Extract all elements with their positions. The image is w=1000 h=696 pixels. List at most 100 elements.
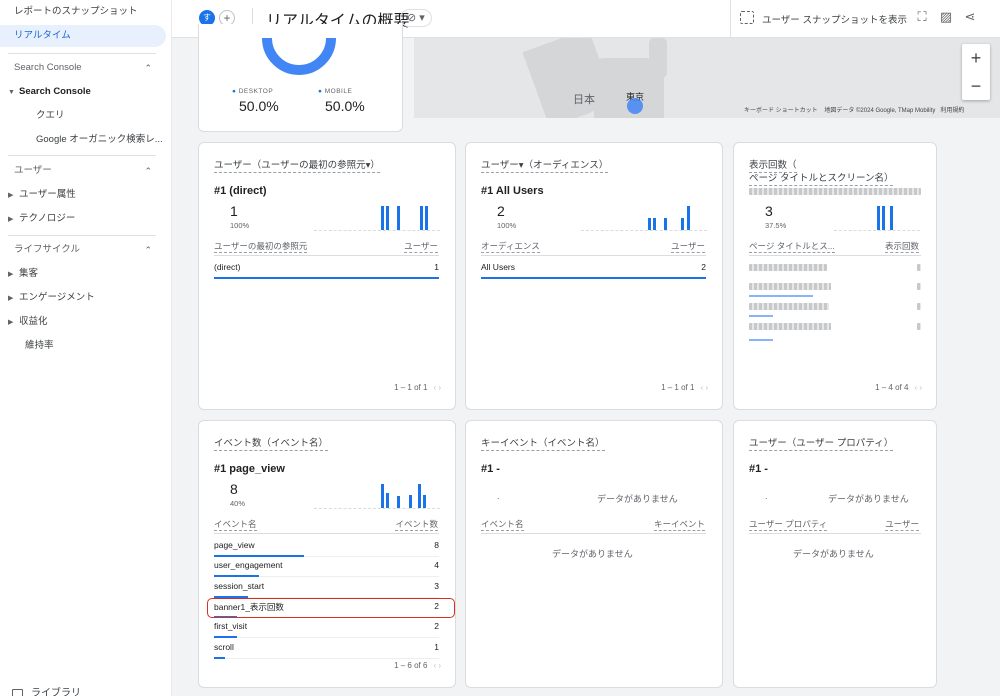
table-row[interactable]: (direct) 1 [214,259,439,279]
redacted-row[interactable] [749,303,829,310]
row-value: 1 [434,262,439,272]
table-row[interactable]: All Users 2 [481,259,706,279]
sidebar-item-realtime[interactable]: リアルタイム [0,25,166,47]
card-title[interactable]: キーイベント（イベント名） [481,437,605,451]
sparkline [314,205,440,231]
sidebar-item-technology[interactable]: ▶ テクノロジー [0,208,166,230]
sidebar-item-retention[interactable]: 維持率 [0,335,166,357]
section-label: ライフサイクル [14,244,81,255]
card-title[interactable]: ユーザー（ユーザー プロパティ） [749,437,894,451]
top-percent: 37.5% [765,221,787,230]
table-row[interactable]: scroll 1 [214,639,439,659]
mobile-value: 50.0% [325,98,365,114]
card-title[interactable]: ユーザー（ユーザーの最初の参照元▾） [214,159,380,173]
redacted-row[interactable] [749,323,831,330]
sidebar-section-user[interactable]: ユーザー ⌃ [0,160,166,182]
column-header[interactable]: イベント名 [481,519,524,531]
map-data-credit: 地図データ ©2024 Google, TMap Mobility [824,108,936,114]
legend-dot: ● [318,88,325,95]
table-row[interactable]: page_view 8 [214,537,439,557]
keyboard-shortcuts-link[interactable]: キーボード ショートカット [744,108,818,114]
sidebar-divider [8,235,156,236]
spark-bar [890,206,893,230]
row-share-bar [214,277,439,279]
sidebar-item-monetization[interactable]: ▶ 収益化 [0,311,166,333]
top-value: 1 [230,203,238,219]
sidebar-item-search-console[interactable]: ▼ Search Console [0,81,166,103]
redacted-row[interactable] [749,283,831,290]
zoom-out-button[interactable]: − [962,72,990,100]
spark-bar [882,206,885,230]
sidebar-item-queries[interactable]: クエリ [0,105,166,127]
view-user-snapshot-button[interactable]: ユーザー スナップショットを表示 [762,12,907,26]
sidebar-item-organic-search[interactable]: Google オーガニック検索レ... [0,129,166,151]
card-title[interactable]: ユーザー▾（オーディエンス） [481,159,609,173]
user-properties-card: ユーザー（ユーザー プロパティ） #1 - . データがありません ユーザー プ… [733,420,937,688]
share-icon[interactable]: ⋖ [962,9,978,25]
column-header[interactable]: オーディエンス [481,241,540,253]
terms-link[interactable]: 利用規約 [940,108,964,114]
column-header[interactable]: キーイベント [653,519,705,531]
card-title[interactable]: イベント数（イベント名） [214,437,329,451]
page-arrows[interactable]: ‹ › [433,383,441,392]
column-header[interactable]: イベント名 [214,519,257,531]
no-data-message: データがありません [597,494,678,504]
column-header[interactable]: ユーザー プロパティ [749,519,828,531]
sidebar-item-snapshot[interactable]: レポートのスナップショット [0,1,166,23]
table-row[interactable]: session_start 3 [214,578,439,598]
table-row[interactable]: user_engagement 4 [214,557,439,578]
location-marker[interactable] [627,98,643,114]
column-header[interactable]: イベント数 [395,519,438,531]
sidebar-section-search-console[interactable]: Search Console ⌃ [0,57,166,79]
row-name: first_visit [214,621,248,632]
redacted-row[interactable] [749,264,827,271]
sidebar-item-engagement[interactable]: ▶ エンゲージメント [0,287,166,309]
spark-bar [381,206,384,230]
spark-bar [877,206,880,230]
user-snapshot-icon[interactable] [740,11,754,24]
top-value: 8 [230,481,238,497]
top-rank-label: #1 All Users [481,185,544,197]
no-data-message: データがありません [552,549,633,559]
pagination: 1 – 4 of 4 ‹ › [875,383,922,392]
column-header[interactable]: ページ タイトルとス... [749,241,835,253]
page-arrows[interactable]: ‹ › [914,383,922,392]
library-label: ライブラリ [31,688,81,696]
page-range: 1 – 1 of 1 [394,383,428,392]
fullscreen-icon[interactable]: ⛶ [914,9,930,25]
zoom-in-button[interactable]: + [962,44,990,72]
spark-bar [386,206,389,230]
sidebar-item-label: テクノロジー [19,213,76,224]
column-header[interactable]: ユーザー [404,241,438,253]
card-title-line2[interactable]: ページ タイトルとスクリーン名） [749,172,894,186]
legend-desktop: ● DESKTOP [232,88,273,95]
sidebar-item-demographics[interactable]: ▶ ユーザー属性 [0,184,166,206]
insights-icon[interactable]: ▨ [938,9,954,25]
status-dropdown[interactable]: ⊘ ▾ [400,9,432,27]
realtime-map[interactable]: 日本 東京 キーボード ショートカット 地図データ ©2024 Google, … [414,38,1000,118]
folder-icon [12,689,23,696]
page-arrows[interactable]: ‹ › [700,383,708,392]
redacted-value [917,264,921,271]
page-arrows[interactable]: ‹ › [433,661,441,670]
header-divider [730,0,731,38]
table-row[interactable]: first_visit 2 [214,618,439,639]
spark-bar [687,206,690,230]
top-percent: 100% [497,221,517,230]
chevron-up-icon: ⌃ [144,166,152,176]
spark-bar [409,495,412,508]
column-header[interactable]: ユーザー [885,519,919,531]
row-share-bar [749,295,813,297]
top-value: 3 [765,203,773,219]
column-header[interactable]: ユーザー [671,241,705,253]
top-percent: 100% [230,221,250,230]
column-header[interactable]: ユーザーの最初の参照元 [214,241,308,253]
sidebar-section-lifecycle[interactable]: ライフサイクル ⌃ [0,239,166,261]
page-range: 1 – 4 of 4 [875,383,909,392]
card-title[interactable]: 表示回数（ [749,159,797,173]
sidebar-item-acquisition[interactable]: ▶ 集客 [0,263,166,285]
spark-bar [397,206,400,230]
sidebar-item-library[interactable]: ライブラリ [12,684,81,696]
column-header[interactable]: 表示回数 [884,241,919,253]
expand-right-icon: ▶ [8,295,14,302]
